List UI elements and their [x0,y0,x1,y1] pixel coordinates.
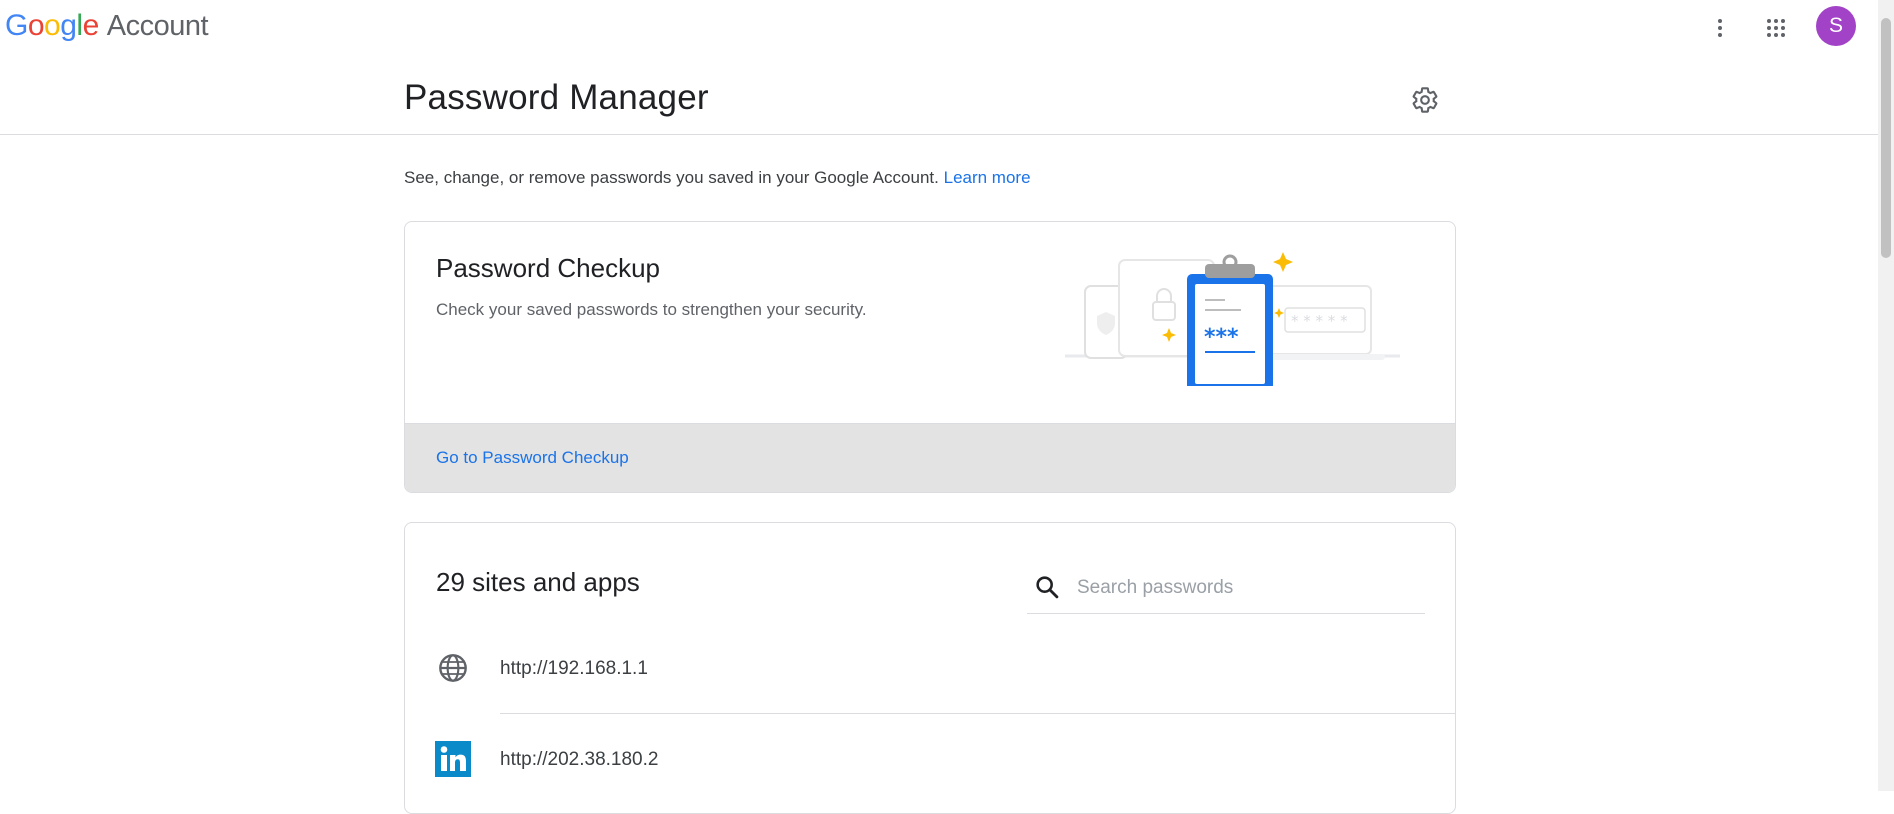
more-options-button[interactable] [1700,8,1740,48]
go-to-password-checkup-row[interactable]: Go to Password Checkup [405,423,1455,492]
logo-letter: g [60,9,77,42]
search-passwords-box[interactable] [1027,563,1425,614]
saved-passwords-card: 29 sites and apps http://192.168.1.1 [404,522,1456,814]
site-row[interactable]: http://202.38.180.2 [405,715,1455,805]
search-icon [1033,573,1061,601]
logo-letter: o [27,9,45,42]
checkup-title: Password Checkup [436,253,660,283]
page-title: Password Manager [404,78,709,117]
svg-text:* * * * *: * * * * * [1291,312,1348,330]
page-scrollbar[interactable] [1878,0,1894,791]
learn-more-link[interactable]: Learn more [944,168,1031,187]
illustration-password-mask: *** [1204,325,1239,350]
site-url: http://202.38.180.2 [500,749,659,770]
gear-icon [1412,87,1438,113]
account-avatar[interactable]: S [1816,6,1856,46]
logo-letter: G [5,9,28,42]
password-checkup-card: Password Checkup Check your saved passwo… [404,221,1456,493]
search-passwords-input[interactable] [1075,571,1419,605]
checkup-subtitle: Check your saved passwords to strengthen… [436,300,867,319]
description-text: See, change, or remove passwords you sav… [404,168,939,187]
more-vert-icon [1718,19,1722,37]
logo-letter: o [44,9,61,42]
settings-button[interactable] [1405,80,1445,120]
site-row[interactable]: http://192.168.1.1 [405,624,1455,714]
top-bar: Google Account S [0,0,1878,54]
go-to-password-checkup-link[interactable]: Go to Password Checkup [436,448,629,468]
sites-count-heading: 29 sites and apps [436,567,640,597]
scrollbar-thumb[interactable] [1881,18,1891,258]
google-apps-button[interactable] [1756,8,1796,48]
password-checkup-illustration: * * * * * *** [1065,252,1400,386]
page-description: See, change, or remove passwords you sav… [404,168,1031,188]
globe-icon [435,650,471,686]
site-url: http://192.168.1.1 [500,658,648,679]
apps-grid-icon [1767,19,1785,37]
row-divider [500,713,1455,714]
logo-letter: e [82,9,100,42]
title-divider [0,134,1878,135]
google-account-logo[interactable]: Google Account [5,9,209,43]
linkedin-icon [435,741,471,777]
logo-account-text: Account [106,10,209,42]
